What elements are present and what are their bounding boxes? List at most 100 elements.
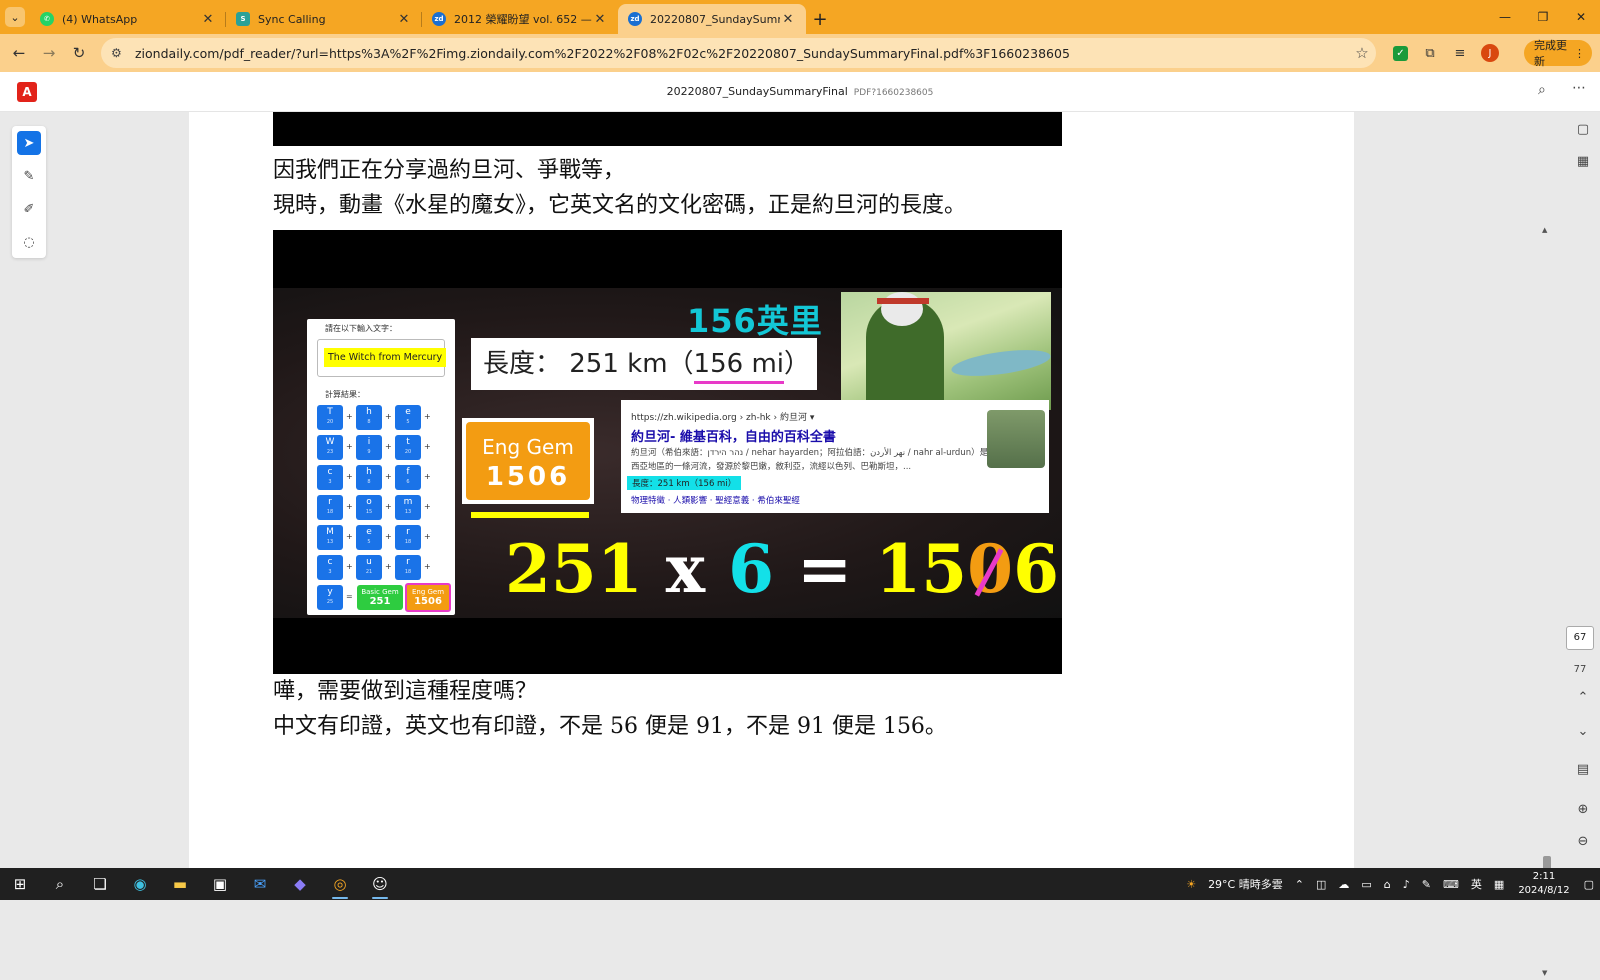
volume-icon[interactable]: ♪ [1397, 878, 1416, 891]
comments-panel-icon[interactable]: ▢ [1573, 122, 1593, 137]
right-tool-rail: ▢ ▦ ⌃ ⌄ ▤ ⊕ ⊖ [1564, 112, 1600, 868]
new-tab-button[interactable]: + [806, 4, 834, 34]
chat-app-icon[interactable]: ☺ [360, 868, 400, 900]
chevron-down-icon: ⌄ [5, 7, 25, 27]
ime-indicator[interactable]: 英 [1465, 876, 1488, 892]
letter-tile: c3 [317, 465, 343, 490]
keyboard-icon[interactable]: ⌨ [1437, 878, 1465, 891]
file-explorer-icon[interactable]: ▬ [160, 868, 200, 900]
paragraph-line: 因我們正在分享過約旦河、爭戰等， [273, 158, 626, 183]
reload-button[interactable]: ↻ [64, 38, 94, 68]
search-icon[interactable]: ⌕ [1538, 82, 1546, 98]
equals-sign: = [346, 592, 353, 601]
media-control-icon[interactable]: ≡ [1445, 38, 1475, 68]
letter-tile: h8 [356, 405, 382, 430]
bookmark-star-icon[interactable]: ☆ [1348, 44, 1376, 62]
weather-icon[interactable]: ☀ [1180, 878, 1202, 891]
network-icon[interactable]: ⌂ [1378, 878, 1397, 891]
big-gem-value: 1506 [485, 462, 571, 492]
plus-sign: + [346, 532, 353, 541]
extensions-puzzle-icon[interactable]: ⧉ [1415, 38, 1445, 68]
plus-sign: + [424, 472, 431, 481]
highlight-pen-icon[interactable]: ✐ [17, 197, 41, 221]
letter-tile: r 18 [317, 495, 343, 520]
basic-gem-value: 251 [369, 596, 391, 607]
meet-icon[interactable]: ◫ [1310, 878, 1332, 891]
comment-icon[interactable]: ✎ [17, 164, 41, 188]
update-button[interactable]: 完成更新 ⋮ [1524, 39, 1592, 68]
tab-whatsapp[interactable]: ✆ (4) WhatsApp ✕ [30, 4, 226, 34]
weather-text[interactable]: 29°C 晴時多雲 [1202, 876, 1289, 892]
search-icon[interactable]: ⌕ [40, 868, 80, 900]
letter-tile: t 20 [395, 435, 421, 460]
minimize-icon[interactable]: — [1486, 0, 1524, 34]
store-icon[interactable]: ▣ [200, 868, 240, 900]
copilot-icon[interactable]: ◆ [280, 868, 320, 900]
plus-sign: + [385, 562, 392, 571]
zoom-in-icon[interactable]: ⊕ [1573, 802, 1593, 817]
select-cursor-icon[interactable]: ➤ [17, 131, 41, 155]
ime-mode-icon[interactable]: ▦ [1488, 878, 1510, 891]
whatsapp-icon: ✆ [40, 12, 54, 26]
letter-tile: r 18 [395, 555, 421, 580]
tab-title: 2012 榮耀盼望 vol. 652 — 暫... [454, 13, 592, 26]
checkmark-extension-icon[interactable]: ✓ [1393, 45, 1408, 61]
vertical-scrollbar[interactable]: ▲ ▼ [1540, 224, 1554, 980]
task-view-icon[interactable]: ❏ [80, 868, 120, 900]
close-icon[interactable]: ✕ [200, 12, 216, 27]
tab-pdf-active[interactable]: zd 20220807_SundaySummaryF... ✕ [618, 4, 806, 34]
scroll-down-icon[interactable]: ▼ [1542, 969, 1547, 977]
clock-time: 2:11 [1532, 871, 1556, 882]
document-icon[interactable]: ▤ [1573, 762, 1593, 777]
scroll-up-icon[interactable]: ▲ [1542, 226, 1547, 234]
eng-gem-box: Eng Gem 1506 [405, 583, 451, 612]
forward-button[interactable]: → [34, 38, 64, 68]
address-bar[interactable]: ⚙ ziondaily.com/pdf_reader/?url=https%3A… [101, 38, 1376, 68]
onedrive-icon[interactable]: ☁ [1332, 878, 1355, 891]
close-icon[interactable]: ✕ [396, 12, 412, 27]
tab-sync-calling[interactable]: S Sync Calling ✕ [226, 4, 422, 34]
restore-icon[interactable]: ❐ [1524, 0, 1562, 34]
mail-icon[interactable]: ✉ [240, 868, 280, 900]
pdf-subtitle: PDF?1660238605 [853, 88, 934, 98]
close-icon[interactable]: ✕ [592, 12, 608, 27]
wiki-title: 約旦河- 維基百科，自由的百科全書 [631, 430, 836, 445]
windows-start-icon[interactable]: ⊞ [0, 868, 40, 900]
battery-icon[interactable]: ▭ [1355, 878, 1377, 891]
ziondaily-icon: zd [628, 12, 642, 26]
thumbnails-grid-icon[interactable]: ▦ [1573, 154, 1593, 169]
clock[interactable]: 2:11 2024/8/12 [1510, 870, 1577, 898]
edge-browser-icon[interactable]: ◉ [120, 868, 160, 900]
url-text[interactable]: ziondaily.com/pdf_reader/?url=https%3A%2… [135, 46, 1348, 61]
plus-sign: + [424, 412, 431, 421]
page-total: 77 [1573, 664, 1587, 675]
page-number-input[interactable]: 67 [1566, 626, 1594, 650]
tray-expand-icon[interactable]: ⌃ [1289, 878, 1310, 891]
site-info-icon[interactable]: ⚙ [111, 46, 129, 60]
plus-sign: + [385, 472, 392, 481]
close-icon[interactable]: ✕ [780, 12, 796, 27]
big-eng-gem-card: Eng Gem 1506 [462, 418, 594, 504]
back-button[interactable]: ← [4, 38, 34, 68]
window-controls: — ❐ ✕ [1486, 0, 1600, 34]
page-up-icon[interactable]: ⌃ [1573, 690, 1593, 705]
tab-search-button[interactable]: ⌄ [0, 0, 30, 34]
letter-tile: e5 [395, 405, 421, 430]
eq-6: 6 [728, 530, 775, 608]
more-options-icon[interactable]: ⋯ [1572, 80, 1586, 96]
close-window-icon[interactable]: ✕ [1562, 0, 1600, 34]
zoom-out-icon[interactable]: ⊖ [1573, 834, 1593, 849]
notification-icon[interactable]: ▢ [1578, 878, 1600, 891]
tab-ziondaily-article[interactable]: zd 2012 榮耀盼望 vol. 652 — 暫... ✕ [422, 4, 618, 34]
pdf-viewer: ➤ ✎ ✐ ◌ 因我們正在分享過約旦河、爭戰等， 現時，動畫《水星的魔女》，它英… [0, 112, 1600, 977]
profile-avatar[interactable]: J [1481, 44, 1499, 62]
plus-sign: + [346, 412, 353, 421]
sync-icon: S [236, 12, 250, 26]
chrome-icon[interactable]: ◎ [320, 868, 360, 900]
letter-tile: r 18 [395, 525, 421, 550]
moses-illustration [841, 292, 1053, 410]
lasso-icon[interactable]: ◌ [17, 230, 41, 254]
page-down-icon[interactable]: ⌄ [1573, 724, 1593, 739]
equation: 251 x 6 = 1506 [505, 530, 1059, 608]
pen-icon[interactable]: ✎ [1416, 878, 1437, 891]
